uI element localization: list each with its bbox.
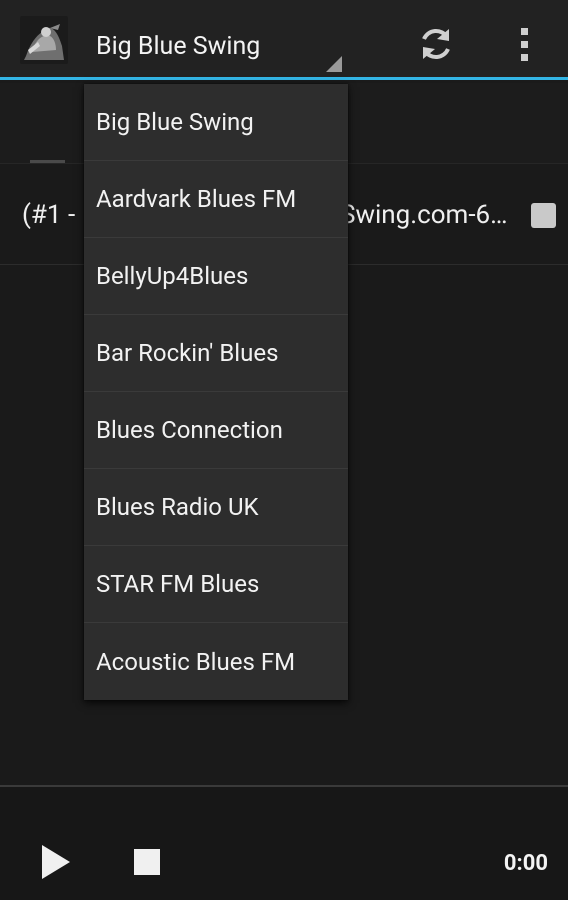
play-icon [42, 845, 70, 879]
refresh-icon [422, 29, 450, 59]
track-checkbox[interactable] [531, 203, 556, 228]
spinner-dropdown-indicator-icon [326, 56, 342, 72]
dropdown-item-bellyup4blues[interactable]: BellyUp4Blues [84, 238, 348, 315]
stop-button[interactable] [128, 843, 166, 881]
dropdown-item-acoustic-blues-fm[interactable]: Acoustic Blues FM [84, 623, 348, 700]
station-dropdown: Big Blue Swing Aardvark Blues FM BellyUp… [84, 84, 348, 700]
dropdown-item-big-blue-swing[interactable]: Big Blue Swing [84, 84, 348, 161]
action-bar: Big Blue Swing [0, 0, 568, 80]
app-logo-icon[interactable] [20, 16, 68, 64]
dropdown-item-blues-connection[interactable]: Blues Connection [84, 392, 348, 469]
overflow-menu-icon [520, 25, 528, 64]
player-bar: 0:00 [0, 787, 568, 900]
stop-icon [134, 849, 160, 875]
dropdown-item-bar-rockin-blues[interactable]: Bar Rockin' Blues [84, 315, 348, 392]
playback-time: 0:00 [503, 851, 548, 876]
screen: Big Blue Swing (#1 - Swing.com-6… Big Bl… [0, 0, 568, 900]
refresh-button[interactable] [408, 16, 464, 72]
play-button[interactable] [30, 837, 80, 887]
dropdown-item-star-fm-blues[interactable]: STAR FM Blues [84, 546, 348, 623]
dropdown-item-aardvark-blues-fm[interactable]: Aardvark Blues FM [84, 161, 348, 238]
station-spinner[interactable]: Big Blue Swing [82, 12, 348, 78]
track-title-right: Swing.com-6… [340, 200, 508, 230]
selected-station-label: Big Blue Swing [96, 32, 261, 61]
overflow-menu-button[interactable] [500, 16, 548, 72]
dropdown-item-blues-radio-uk[interactable]: Blues Radio UK [84, 469, 348, 546]
